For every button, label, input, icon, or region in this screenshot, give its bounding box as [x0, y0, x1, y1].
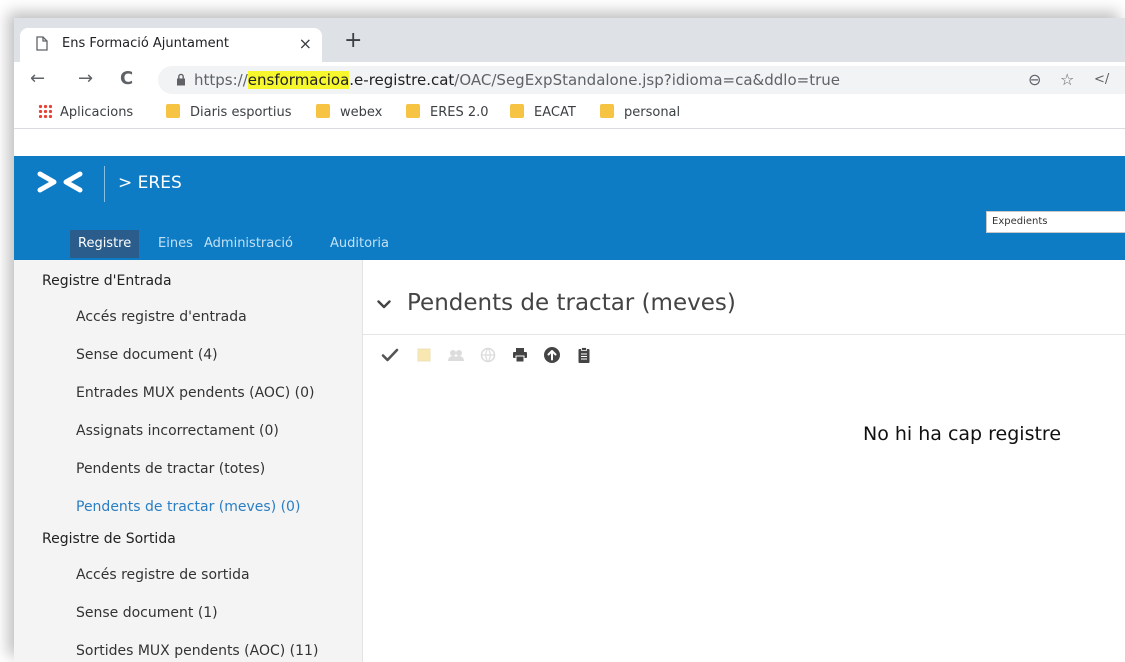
- sidebar-item-assignats[interactable]: Assignats incorrectament (0): [76, 422, 279, 440]
- apps-grid-icon: [38, 104, 52, 118]
- star-icon[interactable]: ☆: [1060, 70, 1074, 90]
- header-divider: [104, 166, 105, 202]
- app-header: > ERES Expedients Registre Eines Adminis…: [14, 156, 1125, 260]
- sidebar-heading-entrada: Registre d'Entrada: [42, 273, 172, 289]
- bookmark-eres[interactable]: ERES 2.0: [406, 104, 489, 122]
- browser-toolbar: ← → C https://ensformacioa.e-registre.ca…: [14, 62, 1125, 98]
- url-path: /OAC/SegExpStandalone.jsp?idioma=ca&ddlo…: [454, 71, 840, 89]
- tab-title: Ens Formació Ajuntament: [62, 36, 229, 51]
- bookmark-apps[interactable]: Aplicacions: [38, 104, 133, 122]
- folder-icon: [510, 104, 524, 118]
- lock-icon: [177, 73, 185, 86]
- url-text: https://ensformacioa.e-registre.cat/OAC/…: [194, 71, 840, 89]
- sidebar: Registre d'Entrada Accés registre d'entr…: [14, 260, 363, 662]
- sidebar-item-pendents-totes[interactable]: Pendents de tractar (totes): [76, 460, 265, 478]
- bookmark-personal[interactable]: personal: [600, 104, 680, 122]
- browser-tab[interactable]: Ens Formació Ajuntament ×: [20, 28, 322, 62]
- forward-icon[interactable]: →: [78, 67, 93, 91]
- url-scheme: https://: [194, 71, 248, 89]
- bookmark-label: EACAT: [534, 105, 576, 120]
- document-icon: [36, 36, 48, 51]
- code-icon[interactable]: </: [1094, 70, 1109, 90]
- app-breadcrumb[interactable]: > ERES: [118, 172, 182, 194]
- sidebar-item-acces-entrada[interactable]: Accés registre d'entrada: [76, 308, 247, 326]
- url-host: .e-registre.cat: [349, 71, 455, 89]
- panel-header: Pendents de tractar (meves): [363, 260, 1125, 335]
- new-tab-button[interactable]: +: [344, 30, 362, 52]
- bookmark-eacat[interactable]: EACAT: [510, 104, 576, 122]
- address-bar[interactable]: https://ensformacioa.e-registre.cat/OAC/…: [158, 66, 1125, 94]
- menu-auditoria[interactable]: Auditoria: [330, 230, 389, 258]
- print-icon[interactable]: [511, 346, 529, 364]
- bookmark-label: ERES 2.0: [430, 105, 489, 120]
- note-icon[interactable]: [415, 346, 433, 364]
- bookmark-diaris[interactable]: Diaris esportius: [166, 104, 292, 122]
- bookmark-label: Diaris esportius: [190, 105, 292, 120]
- search-input[interactable]: Expedients: [986, 211, 1125, 233]
- folder-icon: [166, 104, 180, 118]
- eres-logo-icon: [37, 171, 83, 193]
- main-panel: Pendents de tractar (meves) No hi ha cap…: [363, 260, 1125, 662]
- sidebar-item-entrades-mux[interactable]: Entrades MUX pendents (AOC) (0): [76, 384, 314, 402]
- sidebar-item-sense-document-sortida[interactable]: Sense document (1): [76, 604, 218, 622]
- chevron-down-icon[interactable]: [377, 300, 391, 309]
- sidebar-item-sense-document[interactable]: Sense document (4): [76, 346, 218, 364]
- url-highlight: ensformacioa: [247, 71, 350, 89]
- screenshot-frame: Ens Formació Ajuntament × + ← → C https:…: [14, 18, 1125, 662]
- bookmark-label: webex: [340, 105, 383, 120]
- bookmark-label: Aplicacions: [60, 105, 134, 120]
- bookmarks-bar: Aplicacions Diaris esportius webex ERES …: [14, 98, 1125, 129]
- browser-tabstrip: Ens Formació Ajuntament × +: [14, 18, 1125, 62]
- reload-icon[interactable]: C: [120, 67, 133, 91]
- sidebar-item-sortides-mux[interactable]: Sortides MUX pendents (AOC) (11): [76, 642, 318, 660]
- menu-eines[interactable]: Eines: [158, 230, 193, 258]
- globe-icon[interactable]: [479, 346, 497, 364]
- folder-icon: [316, 104, 330, 118]
- menu-administracio[interactable]: Administració: [204, 230, 293, 258]
- folder-icon: [406, 104, 420, 118]
- empty-state-message: No hi ha cap registre: [863, 423, 1062, 445]
- sidebar-heading-sortida: Registre de Sortida: [42, 531, 176, 547]
- back-icon[interactable]: ←: [30, 67, 45, 91]
- bookmark-webex[interactable]: webex: [316, 104, 382, 122]
- menu-registre[interactable]: Registre: [70, 230, 140, 258]
- clipboard-icon[interactable]: [575, 346, 593, 364]
- upload-icon[interactable]: [543, 346, 561, 364]
- group-icon[interactable]: [447, 346, 465, 364]
- tab-close-icon[interactable]: ×: [299, 34, 312, 54]
- zoom-icon[interactable]: ⊖: [1028, 70, 1041, 90]
- page-title: Pendents de tractar (meves): [407, 290, 736, 316]
- sidebar-item-acces-sortida[interactable]: Accés registre de sortida: [76, 566, 250, 584]
- bookmark-label: personal: [624, 105, 681, 120]
- check-icon[interactable]: [381, 346, 399, 364]
- sidebar-item-pendents-meves[interactable]: Pendents de tractar (meves) (0): [76, 498, 300, 516]
- folder-icon: [600, 104, 614, 118]
